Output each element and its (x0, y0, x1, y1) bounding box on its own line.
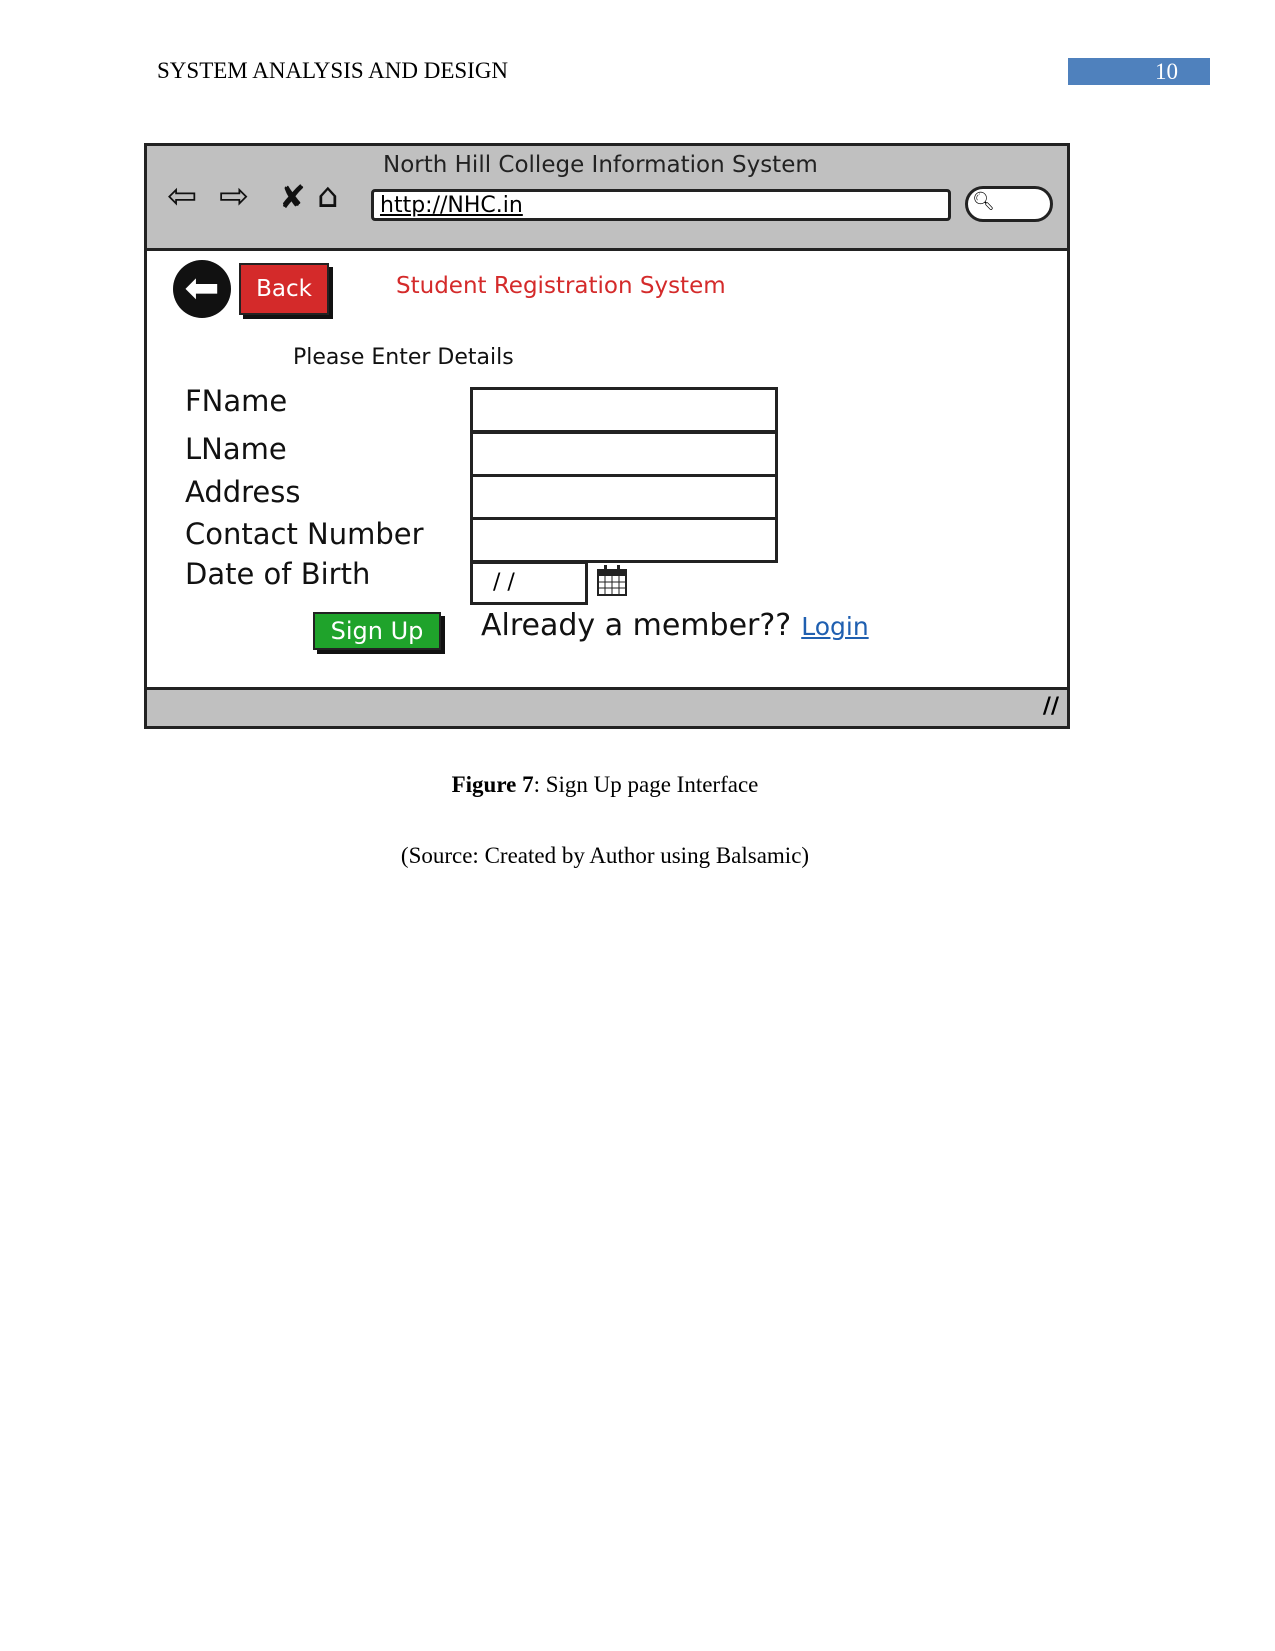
already-member-text: Already a member?? Login (481, 608, 869, 643)
member-prompt: Already a member?? (481, 608, 792, 643)
page-number: 10 (1068, 58, 1210, 85)
close-icon[interactable]: ✘ (279, 178, 306, 216)
url-field[interactable]: http://NHC.in (371, 189, 951, 221)
lname-label: LName (185, 432, 287, 466)
lname-input[interactable] (470, 431, 778, 477)
calendar-icon[interactable] (597, 564, 627, 596)
back-button[interactable]: Back (239, 263, 329, 315)
status-bar: // (147, 687, 1067, 726)
fname-label: FName (185, 384, 288, 418)
login-link[interactable]: Login (801, 612, 868, 641)
form-subtitle: Please Enter Details (293, 345, 514, 370)
fname-input[interactable] (470, 387, 778, 433)
sign-up-button[interactable]: Sign Up (313, 612, 441, 650)
search-icon: 🔍︎ (972, 191, 995, 212)
figure-label: Figure 7 (451, 772, 534, 797)
figure-text: : Sign Up page Interface (533, 772, 759, 797)
signup-wireframe: North Hill College Information System ⇦ … (144, 143, 1070, 729)
figure-caption: Figure 7: Sign Up page Interface (0, 772, 1210, 798)
search-field[interactable]: 🔍︎ (965, 186, 1053, 222)
dob-input[interactable]: / / (470, 561, 588, 605)
address-input[interactable] (470, 474, 778, 520)
browser-toolbar: North Hill College Information System ⇦ … (147, 146, 1067, 251)
contact-input[interactable] (470, 517, 778, 563)
document-page: SYSTEM ANALYSIS AND DESIGN 10 North Hill… (0, 0, 1275, 1651)
resize-grip-icon[interactable]: // (1043, 694, 1059, 719)
address-label: Address (185, 475, 301, 509)
figure-source: (Source: Created by Author using Balsami… (400, 843, 810, 868)
dob-label: Date of Birth (185, 557, 371, 591)
window-title: North Hill College Information System (383, 152, 818, 178)
back-arrow-icon[interactable]: ⬅ (173, 260, 231, 318)
arrow-right-icon[interactable]: ⇨ (219, 176, 249, 217)
running-header: SYSTEM ANALYSIS AND DESIGN (157, 58, 509, 83)
home-icon[interactable]: ⌂ (317, 176, 339, 216)
contact-label: Contact Number (185, 517, 424, 551)
arrow-left-icon[interactable]: ⇦ (167, 176, 197, 217)
app-title: Student Registration System (396, 273, 726, 299)
